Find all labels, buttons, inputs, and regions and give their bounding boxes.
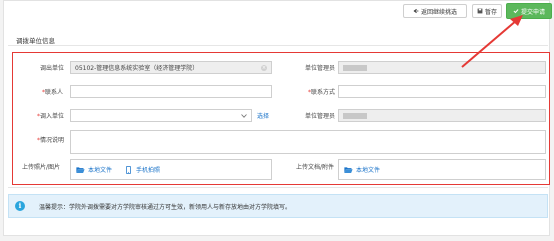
arrow-left-icon (413, 8, 419, 14)
save-draft-label: 暂存 (484, 9, 497, 16)
contact-method-label: *联系方式 (308, 89, 336, 96)
check-icon (513, 9, 519, 14)
redacted-name (343, 64, 367, 71)
notice-box: i 温馨提示：学院外调拨需要对方学院审核通过方可生效，新领用人与新存放地由对方学… (8, 194, 548, 218)
in-manager-label: 单位管理员 (305, 113, 336, 120)
mobile-phone-icon (126, 165, 131, 174)
contact-person-input[interactable] (70, 85, 272, 98)
upload-doc-box: 本地文件 (338, 159, 546, 180)
description-label: *情况说明 (37, 137, 65, 144)
save-draft-button[interactable]: 暂存 (472, 4, 502, 18)
out-unit-value: 05102-管理信息系统实验室（经济管理学院） (75, 65, 199, 72)
out-unit-label: 调出单位 (40, 65, 65, 72)
out-unit-field: 05102-管理信息系统实验室（经济管理学院） × (70, 61, 272, 74)
back-continue-button[interactable]: 返回继续挑选 (403, 4, 467, 18)
info-icon: i (9, 195, 31, 217)
contact-method-input[interactable] (338, 85, 546, 98)
in-manager-field (338, 109, 546, 122)
folder-open-icon (344, 166, 353, 173)
folder-open-icon (76, 166, 85, 173)
submit-application-button[interactable]: 提交申请 (506, 3, 552, 19)
contact-person-label: *联系人 (42, 89, 64, 96)
upload-photo-mobile[interactable]: 手机拍照 (124, 165, 160, 174)
save-icon (477, 8, 483, 14)
upload-photo-local-file[interactable]: 本地文件 (76, 165, 112, 174)
chevron-down-icon (241, 114, 247, 118)
upload-doc-local-file[interactable]: 本地文件 (344, 165, 380, 174)
out-manager-field (338, 61, 546, 74)
section-divider (8, 45, 548, 46)
clear-icon: × (261, 65, 267, 71)
back-continue-label: 返回继续挑选 (420, 9, 457, 16)
in-unit-label: *调入单位 (37, 113, 65, 120)
select-in-unit-link[interactable]: 选择 (257, 111, 269, 120)
redacted-name (343, 112, 367, 119)
submit-application-label: 提交申请 (520, 9, 545, 16)
section-title: 调拨单位信息 (16, 37, 55, 45)
notice-text: 温馨提示：学院外调拨需要对方学院审核通过方可生效，新领用人与新存放地由对方学院填… (39, 203, 292, 211)
description-textarea[interactable] (70, 130, 546, 154)
upload-photo-label: 上传照片/图片 (22, 164, 61, 171)
in-unit-select[interactable] (70, 109, 252, 122)
form-divider (8, 187, 548, 188)
upload-photo-box: 本地文件 手机拍照 (70, 159, 272, 180)
out-manager-label: 单位管理员 (305, 65, 336, 72)
upload-doc-label: 上传文档/附件 (296, 164, 335, 171)
